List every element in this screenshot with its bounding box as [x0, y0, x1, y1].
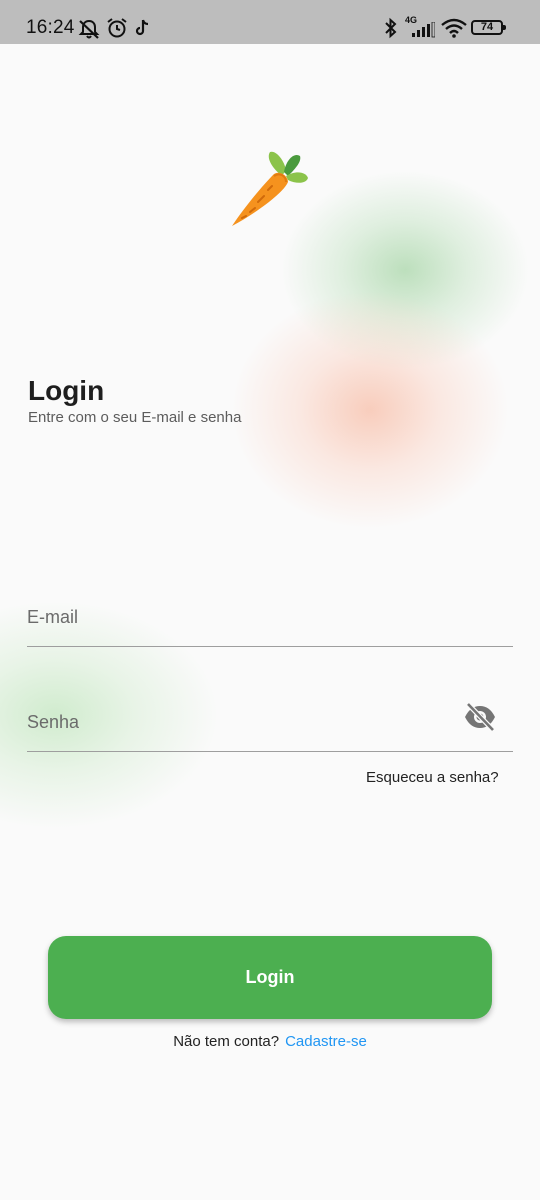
- carrot-icon: [232, 151, 308, 226]
- mute-icon: [78, 19, 100, 39]
- tiktok-icon: [135, 19, 149, 36]
- eye-off-icon[interactable]: [463, 702, 497, 732]
- password-field-container: [27, 694, 513, 752]
- password-field[interactable]: [27, 694, 447, 750]
- status-time: 16:24: [26, 17, 75, 38]
- signup-link[interactable]: Cadastre-se: [285, 1033, 367, 1050]
- bluetooth-icon: [385, 17, 397, 39]
- signup-row: Não tem conta? Cadastre-se: [0, 1033, 540, 1050]
- status-bar: 16:24 4G 74: [0, 0, 540, 44]
- login-screen: 16:24 4G 74 Login Entre com o seu E-mail…: [0, 0, 540, 1200]
- login-button[interactable]: Login: [48, 936, 492, 1019]
- background-blob-green: [280, 170, 530, 370]
- alarm-icon: [107, 18, 127, 38]
- battery-icon: 74: [471, 20, 506, 35]
- no-account-text: Não tem conta?: [173, 1033, 280, 1050]
- battery-level: 74: [480, 21, 494, 33]
- forgot-password-link[interactable]: Esqueceu a senha?: [366, 769, 499, 786]
- page-subtitle: Entre com o seu E-mail e senha: [28, 409, 242, 426]
- page-title: Login: [28, 375, 105, 406]
- background-blob-orange: [230, 290, 510, 530]
- email-field[interactable]: [27, 589, 447, 645]
- email-field-container: [27, 589, 513, 647]
- wifi-icon: [441, 18, 467, 38]
- signal-icon: [412, 22, 435, 38]
